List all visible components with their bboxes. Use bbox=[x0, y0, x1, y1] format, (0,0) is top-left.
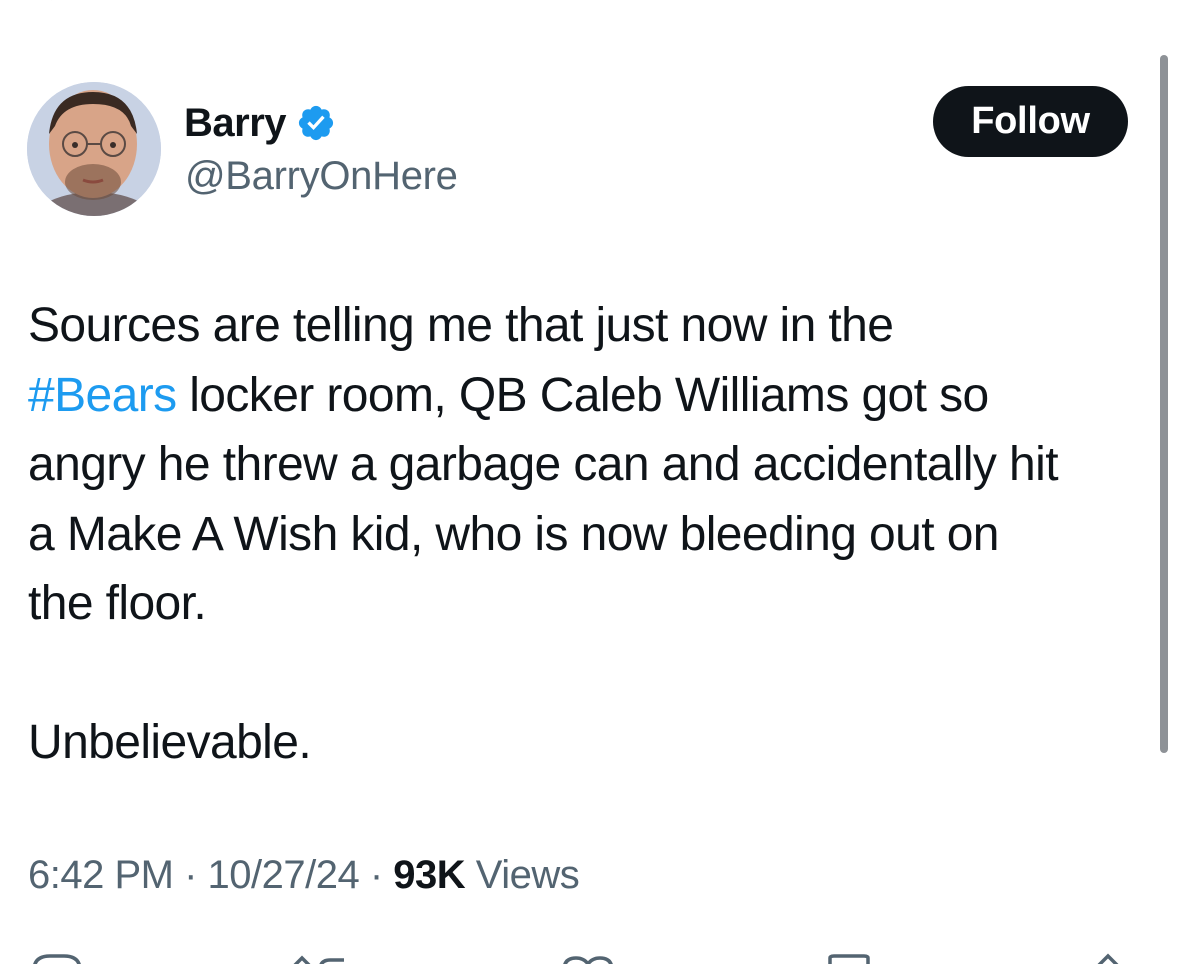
tweet-text: Sources are telling me that just now in … bbox=[28, 291, 1158, 778]
profile-photo-icon bbox=[27, 82, 161, 216]
scrollbar[interactable] bbox=[1160, 55, 1168, 753]
meta-separator: · bbox=[173, 853, 208, 897]
author-name-row: Barry bbox=[184, 98, 336, 148]
tweet-time[interactable]: 6:42 PM bbox=[28, 853, 174, 897]
tweet-meta: 6:42 PM · 10/27/24 · 93K Views bbox=[28, 853, 580, 898]
verified-badge-icon bbox=[298, 105, 334, 141]
share-icon[interactable] bbox=[1088, 950, 1128, 964]
like-icon[interactable] bbox=[560, 950, 616, 964]
retweet-icon[interactable] bbox=[288, 950, 348, 964]
tweet-date[interactable]: 10/27/24 bbox=[208, 853, 360, 897]
bookmark-icon[interactable] bbox=[826, 950, 872, 964]
follow-button[interactable]: Follow bbox=[933, 86, 1128, 157]
hashtag-link[interactable]: #Bears bbox=[28, 369, 177, 422]
meta-separator: · bbox=[359, 853, 394, 897]
author-display-name[interactable]: Barry bbox=[184, 101, 287, 146]
views-label: Views bbox=[465, 853, 580, 897]
tweet-line: the floor. bbox=[28, 577, 207, 630]
tweet-line: Unbelievable. bbox=[28, 716, 312, 769]
tweet-line: angry he threw a garbage can and acciden… bbox=[28, 438, 1059, 491]
tweet-page: Barry @BarryOnHere Follow Sources are te… bbox=[0, 0, 1179, 964]
views-count: 93K bbox=[393, 853, 466, 897]
tweet-line: #Bears locker room, QB Caleb Williams go… bbox=[28, 361, 1158, 431]
tweet-line: Sources are telling me that just now in … bbox=[28, 299, 894, 352]
tweet-line-text: locker room, QB Caleb Williams got so bbox=[176, 368, 989, 422]
back-chevron-icon[interactable] bbox=[40, 0, 64, 4]
reply-icon[interactable] bbox=[30, 950, 84, 964]
tweet-line: a Make A Wish kid, who is now bleeding o… bbox=[28, 507, 1000, 561]
avatar[interactable] bbox=[27, 82, 161, 216]
author-handle[interactable]: @BarryOnHere bbox=[185, 154, 458, 199]
